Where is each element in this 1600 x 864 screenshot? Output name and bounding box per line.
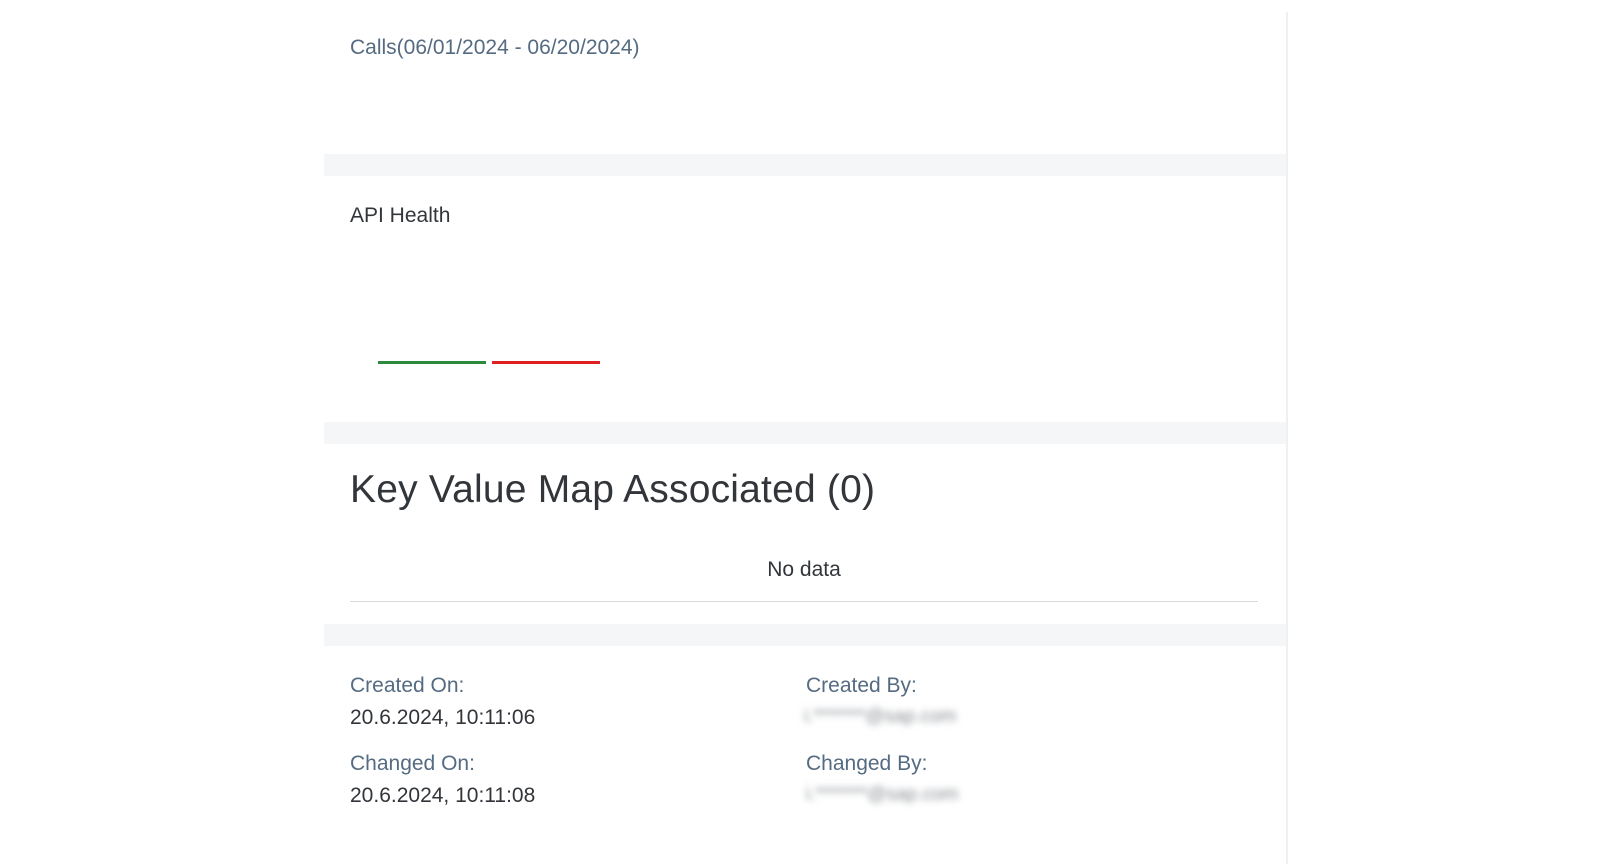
calls-title: Calls(06/01/2024 - 06/20/2024) [350,36,640,59]
created-by-label: Created By: [806,674,917,697]
changed-on-value: 20.6.2024, 10:11:08 [350,784,536,807]
kvm-table-border [350,601,1258,602]
section-divider [324,624,1286,646]
section-divider [324,422,1286,444]
panel-right-border [1286,12,1288,864]
kvm-empty-text: No data [767,558,841,581]
metadata-section: Created On: 20.6.2024, 10:11:06 Changed … [324,646,1286,864]
created-on-label: Created On: [350,674,465,697]
changed-on-label: Changed On: [350,752,475,775]
changed-by-value: i.*******@sap.com [806,784,959,805]
kvm-section: Key Value Map Associated (0) No data [324,444,1286,624]
kvm-title: Key Value Map Associated (0) [350,468,876,511]
api-health-title: API Health [350,204,451,227]
changed-by-label: Changed By: [806,752,928,775]
api-health-success-bar[interactable] [378,361,486,364]
created-by-value: i.*******@sap.com [804,706,957,727]
created-on-value: 20.6.2024, 10:11:06 [350,706,536,729]
page: Calls(06/01/2024 - 06/20/2024) API Healt… [0,0,1600,864]
section-divider [324,154,1286,176]
calls-section: Calls(06/01/2024 - 06/20/2024) [324,12,1286,154]
api-health-error-bar[interactable] [492,361,600,364]
api-detail-content: Calls(06/01/2024 - 06/20/2024) API Healt… [324,12,1288,864]
api-health-section: API Health [324,176,1286,422]
